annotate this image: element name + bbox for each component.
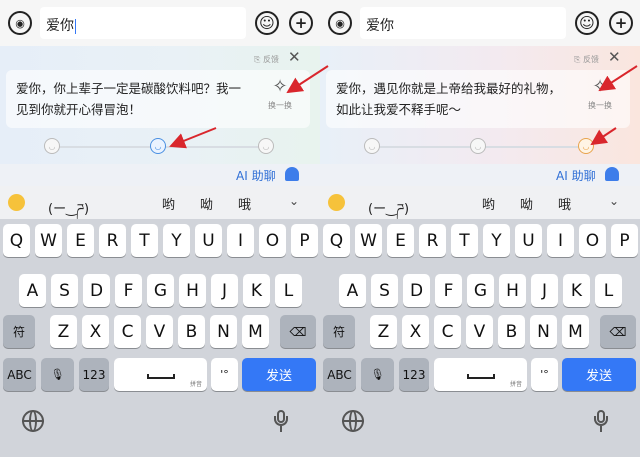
arrow-to-refresh-left xyxy=(286,65,329,94)
arrow-to-level-left xyxy=(169,127,217,149)
annotation-arrows xyxy=(169,65,638,149)
arrow-to-refresh-right xyxy=(598,65,638,92)
arrow-to-level-right xyxy=(590,127,617,146)
